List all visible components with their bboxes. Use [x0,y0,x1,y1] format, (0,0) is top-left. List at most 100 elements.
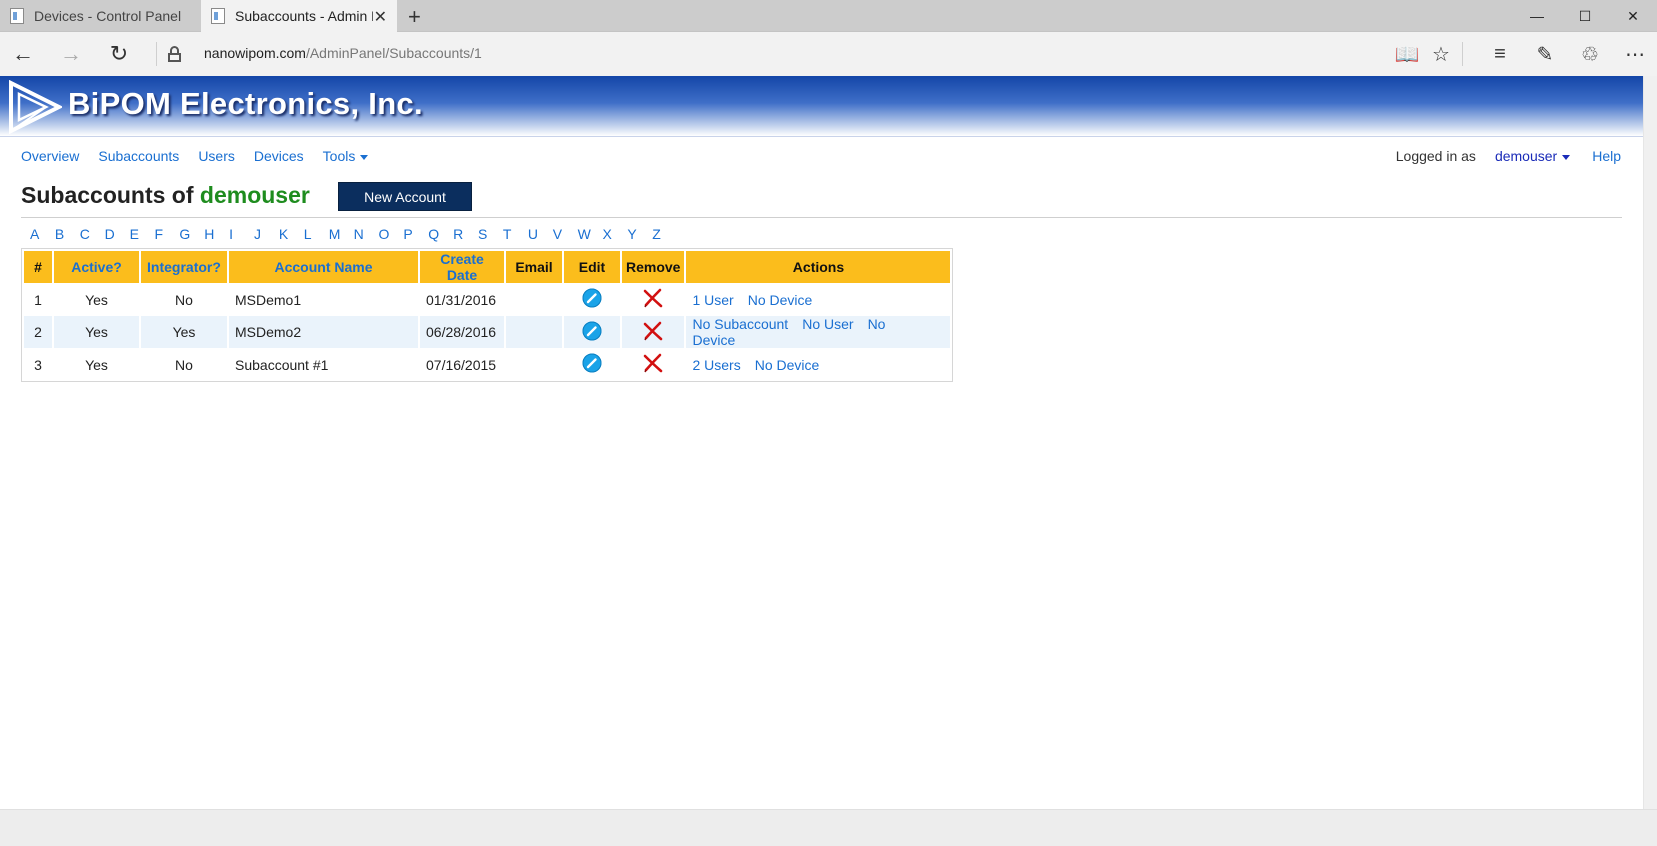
window-close-icon[interactable]: ✕ [1609,0,1657,32]
main-menu: Overview Subaccounts Users Devices Tools [21,148,387,164]
caret-down-icon [360,154,369,160]
letter-filter-t[interactable]: T [503,226,528,242]
letter-filter-a[interactable]: A [30,226,55,242]
menu-item-tools[interactable]: Tools [323,148,369,164]
edit-pencil-icon[interactable] [582,288,602,311]
row-number: 1 [34,291,42,308]
action-2-users-link[interactable]: 2 Users [692,357,740,373]
share-icon[interactable]: ♲ [1574,40,1606,68]
brand-name: BiPOM Electronics, Inc. [68,86,423,121]
web-page: BiPOM Electronics, Inc. Overview Subacco… [0,76,1643,809]
back-arrow-icon[interactable]: ← [8,40,38,68]
header-active[interactable]: Active? [54,251,139,283]
hub-icon[interactable]: ≡ [1484,40,1516,68]
menu-item-overview[interactable]: Overview [21,148,79,164]
page-title-owner: demouser [199,182,310,208]
row-edit [564,350,620,379]
letter-filter-s[interactable]: S [478,226,503,242]
row-edit [564,285,620,314]
browser-tab-subaccounts[interactable]: Subaccounts - Admin Panel ✕ [201,0,397,32]
vertical-scrollbar[interactable] [1643,76,1657,809]
letter-filter-v[interactable]: V [553,226,578,242]
close-tab-icon[interactable]: ✕ [374,7,387,27]
page-title: Subaccounts of demouser [21,182,310,209]
remove-x-icon[interactable] [642,321,664,344]
letter-filter-g[interactable]: G [179,226,204,242]
header-account-name[interactable]: Account Name [229,251,418,283]
letter-filter-p[interactable]: P [403,226,428,242]
row-number: 3 [34,356,42,373]
letter-filter-z[interactable]: Z [652,226,677,242]
action-no-device-link[interactable]: No Device [755,357,820,373]
browser-tab-devices[interactable]: Devices - Control Panel [0,0,200,32]
letter-filter-o[interactable]: O [378,226,403,242]
site-banner: BiPOM Electronics, Inc. [0,76,1643,136]
subaccounts-table: # Active? Integrator? Account Name Creat… [21,248,954,382]
letter-filter-d[interactable]: D [105,226,130,242]
new-account-button[interactable]: New Account [338,182,472,211]
action-no-user-link[interactable]: No User [802,316,853,332]
minimize-icon[interactable]: — [1513,0,1561,32]
row-active: Yes [85,356,108,373]
refresh-icon[interactable]: ↻ [104,40,134,68]
letter-filter-b[interactable]: B [55,226,80,242]
letter-filter-k[interactable]: K [279,226,304,242]
letter-filter-y[interactable]: Y [627,226,652,242]
forward-arrow-icon[interactable]: → [56,40,86,68]
letter-filter-u[interactable]: U [528,226,553,242]
divider [21,217,1622,218]
menu-item-users[interactable]: Users [198,148,235,164]
table-row: 2 Yes Yes MSDemo2 06/28/2016 No Subaccount No … [24,316,951,348]
status-bar [0,809,1657,846]
menu-item-devices[interactable]: Devices [254,148,304,164]
row-actions: 2 Users No Device [686,350,950,379]
letter-filter-e[interactable]: E [130,226,155,242]
letter-filter-m[interactable]: M [329,226,354,242]
web-note-icon[interactable]: ✎ [1529,40,1561,68]
letter-filter-c[interactable]: C [80,226,105,242]
letter-filter-w[interactable]: W [578,226,603,242]
letter-filter-f[interactable]: F [154,226,179,242]
reading-view-icon[interactable]: 📖 [1391,40,1423,68]
page-title-prefix: Subaccounts of [21,182,194,208]
letter-filter-x[interactable]: X [602,226,627,242]
header-edit: Edit [564,251,620,283]
row-account-name: Subaccount #1 [235,356,329,373]
browser-tab-bar: Devices - Control Panel Subaccounts - Ad… [0,0,1657,32]
letter-filter-n[interactable]: N [354,226,379,242]
action-no-device-link[interactable]: No Device [748,292,813,308]
letter-filter-l[interactable]: L [304,226,329,242]
user-menu[interactable]: demouser [1495,148,1571,164]
lock-icon [168,46,181,62]
divider [0,136,1643,137]
header-create-date[interactable]: Create Date [420,251,504,283]
header-email: Email [506,251,562,283]
action-no-subaccount-link[interactable]: No Subaccount [692,316,788,332]
divider [1462,42,1463,66]
page-icon [211,8,225,24]
maximize-icon[interactable]: ☐ [1561,0,1609,32]
help-link[interactable]: Help [1592,148,1621,164]
letter-filter-i[interactable]: I [229,226,254,242]
row-integrator: Yes [141,316,227,348]
letter-filter-r[interactable]: R [453,226,478,242]
letter-filter-j[interactable]: J [254,226,279,242]
edit-pencil-icon[interactable] [582,321,602,344]
more-icon[interactable]: ⋯ [1619,40,1651,68]
remove-x-icon[interactable] [642,288,664,311]
letter-filter-q[interactable]: Q [428,226,453,242]
action-1-user-link[interactable]: 1 User [692,292,733,308]
row-email [506,316,562,348]
row-account-name: MSDemo2 [229,316,418,348]
logged-in-label: Logged in as [1395,148,1476,164]
url-field[interactable]: nanowipom.com/AdminPanel/Subaccounts/1 [204,45,482,61]
tab-title: Subaccounts - Admin Panel [235,8,373,24]
letter-filter-h[interactable]: H [204,226,229,242]
remove-x-icon[interactable] [642,353,664,376]
favorite-star-icon[interactable]: ☆ [1425,40,1457,68]
menu-item-subaccounts[interactable]: Subaccounts [98,148,179,164]
edit-pencil-icon[interactable] [582,353,602,376]
row-create-date: 07/16/2015 [426,356,497,373]
header-integrator[interactable]: Integrator? [141,251,227,283]
new-tab-icon[interactable]: + [408,4,421,30]
